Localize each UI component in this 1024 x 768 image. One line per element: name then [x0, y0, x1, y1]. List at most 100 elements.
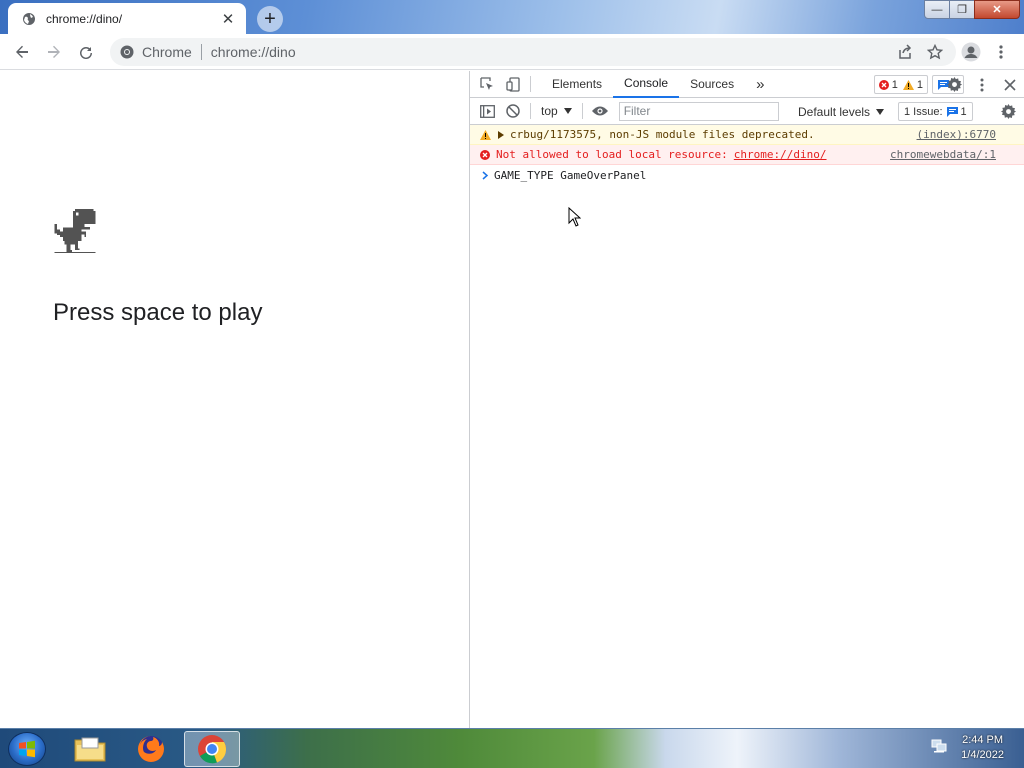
device-toolbar-icon[interactable] — [500, 71, 526, 97]
inspect-element-icon[interactable] — [474, 71, 500, 97]
bookmark-button[interactable] — [920, 38, 950, 66]
minimize-button[interactable]: — — [924, 0, 950, 19]
clock-time: 2:44 PM — [962, 734, 1004, 746]
warning-icon — [902, 79, 914, 90]
start-button[interactable] — [8, 732, 46, 766]
live-expression-eye-icon[interactable] — [587, 98, 613, 124]
console-input-text[interactable]: GAME_TYPE GameOverPanel — [494, 169, 646, 182]
forward-button[interactable] — [38, 36, 70, 68]
avatar-icon — [961, 42, 981, 62]
press-space-message: Press space to play — [53, 299, 263, 326]
back-button[interactable] — [6, 36, 38, 68]
url-text[interactable]: chrome://dino — [211, 44, 296, 60]
more-tabs-chevron-icon[interactable]: » — [745, 71, 775, 98]
console-sidebar-toggle-icon[interactable] — [474, 98, 500, 124]
browser-tab[interactable]: chrome://dino/ ✕ — [8, 3, 246, 34]
warning-source-link[interactable]: (index):6770 — [917, 128, 996, 141]
error-source-link[interactable]: chromewebdata/:1 — [890, 148, 996, 161]
windows-taskbar: 2:44 PM 1/4/2022 — [0, 728, 1024, 768]
issue-message-icon — [946, 106, 958, 117]
tab-sources[interactable]: Sources — [679, 71, 745, 98]
window-close-button[interactable]: ✕ — [974, 0, 1020, 19]
console-log: crbug/1173575, non-JS module files depre… — [470, 125, 1024, 185]
clock-date: 1/4/2022 — [961, 749, 1004, 761]
error-message: Not allowed to load local resource: — [496, 148, 728, 161]
chrome-logo-icon — [120, 45, 134, 59]
tab-title: chrome://dino/ — [46, 11, 123, 26]
omnibox-divider — [200, 44, 202, 60]
issues-label: 1 Issue: — [904, 105, 943, 118]
console-warning-row[interactable]: crbug/1173575, non-JS module files depre… — [470, 125, 1024, 145]
share-icon — [899, 44, 912, 59]
error-icon — [878, 79, 889, 90]
windows-logo-icon — [19, 740, 35, 758]
back-arrow-icon — [16, 45, 28, 58]
devtools-panel: Elements Console Sources » 1 1 1 — [469, 71, 1024, 728]
issues-count: 1 — [960, 105, 967, 118]
mouse-pointer-icon — [568, 206, 582, 232]
context-selector[interactable]: top — [535, 101, 578, 121]
log-levels-label: Default levels — [798, 104, 871, 119]
star-icon — [927, 44, 943, 60]
reload-button[interactable] — [70, 36, 102, 68]
devtools-divider — [530, 76, 531, 92]
devtools-settings-gear-icon[interactable] — [940, 71, 968, 98]
console-divider — [530, 103, 531, 119]
dropdown-triangle-icon — [876, 108, 885, 115]
console-input-row[interactable]: GAME_TYPE GameOverPanel — [470, 165, 1024, 185]
maximize-button[interactable]: ❐ — [949, 0, 975, 19]
browser-toolbar: Chrome chrome://dino — [0, 34, 1024, 70]
site-label: Chrome — [142, 44, 192, 60]
error-count: 1 — [891, 78, 898, 91]
console-toolbar: top Filter Default levels 1 Issue: 1 — [470, 98, 1024, 125]
share-button[interactable] — [890, 38, 920, 66]
taskbar-firefox[interactable] — [123, 731, 179, 767]
console-divider — [581, 103, 583, 119]
devtools-actions — [940, 71, 1024, 98]
tab-close-icon[interactable]: ✕ — [220, 10, 236, 28]
screen: chrome://dino/ ✕ + — ❐ ✕ Chrome chrome:/… — [0, 0, 1024, 768]
tab-elements[interactable]: Elements — [541, 71, 613, 98]
profile-button[interactable] — [956, 38, 986, 66]
chrome-icon — [198, 735, 227, 764]
error-icon — [478, 149, 492, 160]
tab-console[interactable]: Console — [613, 71, 680, 98]
issues-button[interactable]: 1 Issue: 1 — [898, 102, 973, 121]
prompt-chevron-icon — [478, 170, 492, 180]
clear-console-icon[interactable] — [500, 98, 526, 124]
tab-strip: chrome://dino/ ✕ + — ❐ ✕ — [0, 0, 1024, 34]
taskbar-chrome[interactable] — [184, 731, 240, 767]
console-error-row[interactable]: Not allowed to load local resource: chro… — [470, 145, 1024, 165]
network-icon[interactable] — [931, 739, 947, 758]
error-resource-link[interactable]: chrome://dino/ — [734, 148, 827, 161]
error-warning-counter[interactable]: 1 1 — [873, 75, 928, 94]
chrome-menu-button[interactable] — [986, 38, 1016, 66]
expand-triangle-icon[interactable] — [494, 130, 508, 139]
firefox-icon — [138, 736, 164, 762]
taskbar-clock[interactable]: 2:44 PM 1/4/2022 — [961, 733, 1004, 763]
log-levels-dropdown[interactable]: Default levels — [798, 98, 885, 125]
t-rex-dino-icon[interactable] — [53, 209, 97, 258]
taskbar-file-explorer[interactable] — [62, 731, 118, 767]
dropdown-triangle-icon — [563, 108, 572, 114]
warning-icon — [478, 129, 492, 140]
toolbar-actions — [890, 38, 1016, 66]
devtools-more-options-icon[interactable] — [968, 71, 996, 98]
system-tray: 2:44 PM 1/4/2022 — [931, 733, 1004, 763]
warning-message: crbug/1173575, non-JS module files depre… — [510, 128, 815, 141]
console-settings-gear-icon[interactable] — [996, 98, 1020, 125]
page-content[interactable]: Press space to play — [0, 71, 469, 728]
address-bar[interactable]: Chrome chrome://dino — [110, 38, 956, 66]
reload-icon — [80, 46, 93, 59]
warning-count: 1 — [916, 78, 923, 91]
devtools-tab-bar: Elements Console Sources » 1 1 1 — [470, 71, 1024, 98]
window-controls: — ❐ ✕ — [924, 0, 1020, 19]
folder-icon — [74, 737, 106, 762]
console-filter-input[interactable]: Filter — [618, 101, 779, 121]
forward-arrow-icon — [48, 45, 60, 58]
kebab-menu-icon — [999, 45, 1003, 59]
new-tab-button[interactable]: + — [257, 6, 283, 32]
devtools-close-icon[interactable] — [996, 71, 1024, 98]
context-value: top — [541, 104, 558, 118]
globe-icon — [22, 12, 36, 26]
